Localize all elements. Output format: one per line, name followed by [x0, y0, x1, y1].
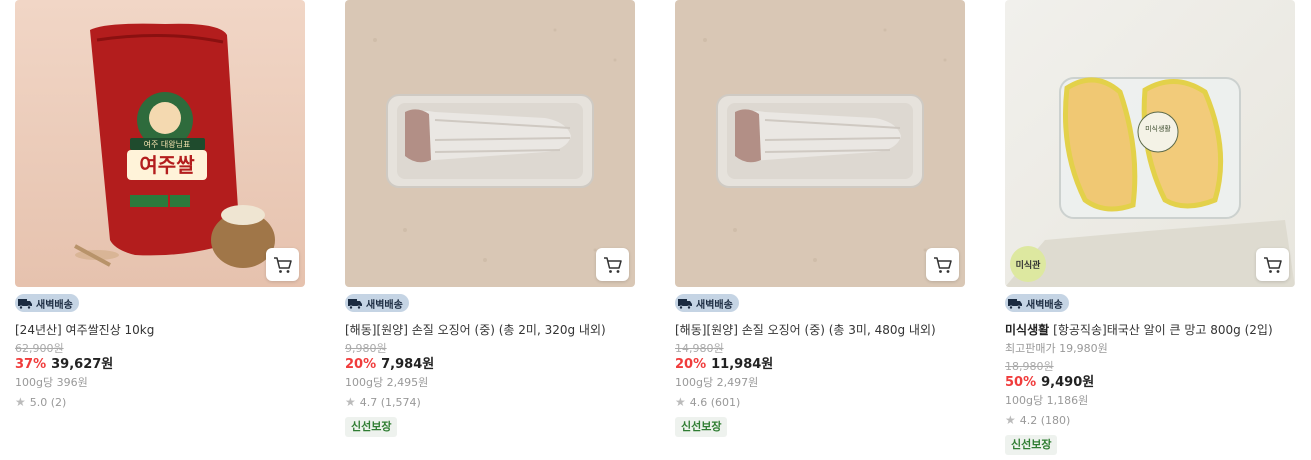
- product-title[interactable]: [해동][원양] 손질 오징어 (중) (총 3미, 480g 내외): [675, 322, 965, 338]
- product-grid: 여주 대왕님표 여주쌀 새벽배송 [24년산] 여주쌀진상 10kg 62,90…: [0, 0, 1311, 460]
- truck-icon: [18, 299, 32, 310]
- delivery-badge: 새벽배송: [1005, 294, 1069, 312]
- sale-price: 39,627원: [51, 357, 114, 372]
- product-image[interactable]: [675, 0, 965, 287]
- product-image[interactable]: 여주 대왕님표 여주쌀: [15, 0, 305, 287]
- delivery-badge: 새벽배송: [345, 294, 409, 312]
- star-icon: ★: [1005, 413, 1016, 427]
- squid-tray-image: [675, 0, 965, 287]
- rice-bag-image: 여주 대왕님표 여주쌀: [15, 0, 305, 287]
- unit-price: 100g당 1,186원: [1005, 394, 1089, 407]
- sale-price: 9,490원: [1041, 375, 1095, 390]
- add-to-cart-button[interactable]: [926, 248, 959, 281]
- original-price: 62,900원: [15, 342, 64, 355]
- price-row: 37% 39,627원: [15, 356, 305, 373]
- delivery-badge: 새벽배송: [15, 294, 79, 312]
- original-price: 9,980원: [345, 342, 387, 355]
- price-row: 20% 11,984원: [675, 356, 965, 373]
- product-image[interactable]: [345, 0, 635, 287]
- mishikgwan-tag: 미식관: [1010, 246, 1046, 282]
- add-to-cart-button[interactable]: [266, 248, 299, 281]
- rating: ★ 4.6 (601): [675, 395, 965, 410]
- sale-price: 11,984원: [711, 357, 774, 372]
- brand-name: 미식생활: [1005, 323, 1050, 337]
- cart-icon: [273, 256, 292, 273]
- rating-text: 4.6 (601): [689, 396, 741, 409]
- product-card[interactable]: 새벽배송 [해동][원양] 손질 오징어 (중) (총 3미, 480g 내외)…: [675, 0, 965, 437]
- squid-tray-image: [345, 0, 635, 287]
- freshness-guarantee-tag: 신선보장: [1005, 435, 1058, 455]
- product-card[interactable]: 미식생활 미식관 새벽배송 미식생활[항공직송]태국산 알이 큰 망고 800g…: [1005, 0, 1295, 455]
- package-sub-text: 여주 대왕님표: [144, 139, 191, 149]
- product-title[interactable]: [24년산] 여주쌀진상 10kg: [15, 322, 305, 338]
- add-to-cart-button[interactable]: [596, 248, 629, 281]
- product-card[interactable]: 새벽배송 [해동][원양] 손질 오징어 (중) (총 2미, 320g 내외)…: [345, 0, 635, 437]
- freshness-guarantee-tag: 신선보장: [675, 417, 728, 437]
- discount-rate: 37%: [15, 357, 47, 372]
- product-title-text: [항공직송]태국산 알이 큰 망고 800g (2입): [1053, 323, 1273, 337]
- price-row: 20% 7,984원: [345, 356, 635, 373]
- sale-price: 7,984원: [381, 357, 435, 372]
- product-image[interactable]: 미식생활 미식관: [1005, 0, 1295, 287]
- delivery-badge-label: 새벽배송: [1026, 299, 1063, 311]
- discount-rate: 50%: [1005, 375, 1037, 390]
- freshness-guarantee-tag: 신선보장: [345, 417, 398, 437]
- truck-icon: [1008, 299, 1022, 310]
- star-icon: ★: [675, 395, 686, 409]
- truck-icon: [348, 299, 362, 310]
- product-title-text: [24년산] 여주쌀진상 10kg: [15, 323, 155, 337]
- delivery-badge: 새벽배송: [675, 294, 739, 312]
- add-to-cart-button[interactable]: [1256, 248, 1289, 281]
- delivery-badge-label: 새벽배송: [36, 299, 73, 311]
- package-text: 여주쌀: [139, 153, 195, 177]
- unit-price: 100g당 2,495원: [345, 376, 429, 389]
- delivery-badge-label: 새벽배송: [366, 299, 403, 311]
- discount-rate: 20%: [345, 357, 377, 372]
- original-price: 18,980원: [1005, 360, 1054, 373]
- unit-price: 100g당 396원: [15, 376, 88, 389]
- highest-price-note: 최고판매가 19,980원: [1005, 342, 1108, 355]
- delivery-badge-label: 새벽배송: [696, 299, 733, 311]
- mango-box-image: 미식생활: [1005, 0, 1295, 287]
- star-icon: ★: [345, 395, 356, 409]
- truck-icon: [678, 299, 692, 310]
- rating-text: 4.2 (180): [1019, 414, 1071, 427]
- price-row: 50% 9,490원: [1005, 374, 1295, 391]
- star-icon: ★: [15, 395, 26, 409]
- rating: ★ 5.0 (2): [15, 395, 305, 410]
- rating: ★ 4.2 (180): [1005, 413, 1295, 428]
- unit-price: 100g당 2,497원: [675, 376, 759, 389]
- package-text: 미식생활: [1145, 124, 1171, 133]
- product-title[interactable]: 미식생활 [항공직송]태국산 알이 큰 망고 800g (2입): [1005, 322, 1295, 338]
- rating: ★ 4.7 (1,574): [345, 395, 635, 410]
- product-title-text: [해동][원양] 손질 오징어 (중) (총 2미, 320g 내외): [345, 323, 606, 337]
- cart-icon: [603, 256, 622, 273]
- product-title-text: [해동][원양] 손질 오징어 (중) (총 3미, 480g 내외): [675, 323, 936, 337]
- cart-icon: [1263, 256, 1282, 273]
- cart-icon: [933, 256, 952, 273]
- product-card[interactable]: 여주 대왕님표 여주쌀 새벽배송 [24년산] 여주쌀진상 10kg 62,90…: [15, 0, 305, 410]
- rating-text: 4.7 (1,574): [359, 396, 421, 409]
- discount-rate: 20%: [675, 357, 707, 372]
- product-title[interactable]: [해동][원양] 손질 오징어 (중) (총 2미, 320g 내외): [345, 322, 635, 338]
- rating-text: 5.0 (2): [29, 396, 67, 409]
- original-price: 14,980원: [675, 342, 724, 355]
